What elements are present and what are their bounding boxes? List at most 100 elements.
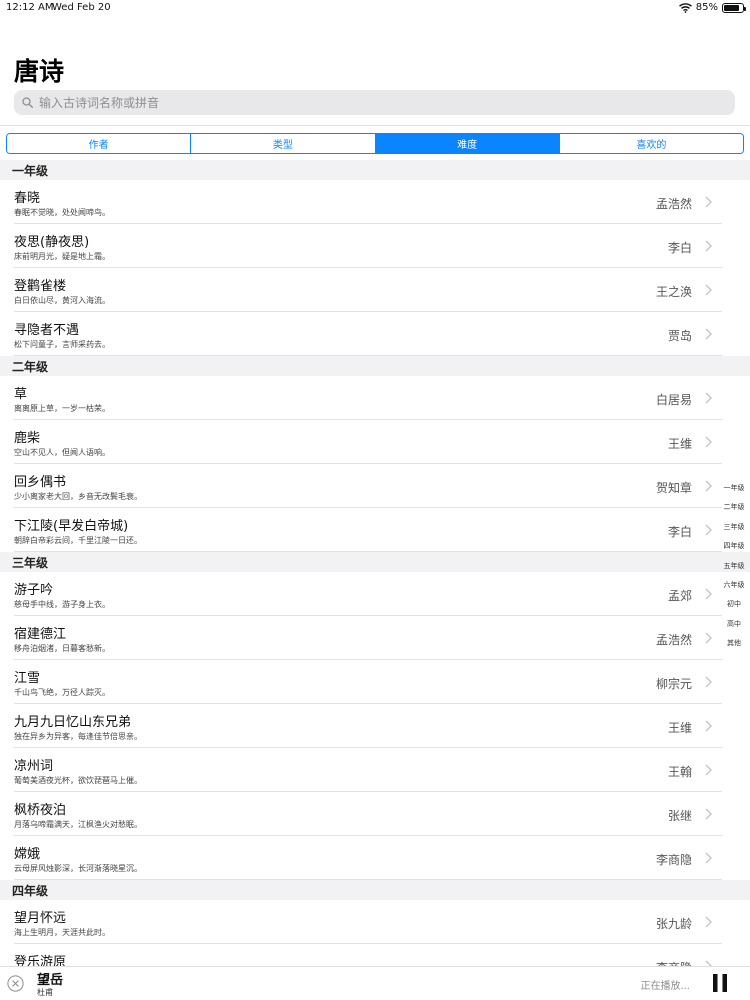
poem-author: 贺知章 — [655, 481, 692, 495]
status-time: 12:12 AM — [6, 2, 54, 13]
poem-title: 嫦娥 — [14, 847, 41, 862]
pause-icon[interactable] — [712, 973, 728, 993]
index-item[interactable]: 初中 — [727, 595, 741, 614]
status-indicators: 85% — [678, 2, 746, 13]
list-item[interactable]: 嫦娥 云母屏风烛影深，长河渐落晓星沉。 李商隐 — [0, 836, 750, 880]
list-item[interactable]: 江雪 千山鸟飞绝，万径人踪灭。 柳宗元 — [0, 660, 750, 704]
poem-title: 回乡偶书 — [14, 475, 67, 490]
chevron-right-icon — [705, 676, 712, 688]
page-title: 唐诗 — [14, 57, 65, 86]
poem-first-line: 月落乌啼霜满天，江枫渔火对愁眠。 — [14, 820, 142, 829]
battery-fill — [724, 4, 740, 11]
poem-first-line: 空山不见人，但闻人语响。 — [14, 448, 110, 457]
list-item[interactable]: 枫桥夜泊 月落乌啼霜满天，江枫渔火对愁眠。 张继 — [0, 792, 750, 836]
list-item[interactable]: 夜思(静夜思) 床前明月光，疑是地上霜。 李白 — [0, 224, 750, 268]
list-item[interactable]: 寻隐者不遇 松下问童子，言师采药去。 贾岛 — [0, 312, 750, 356]
index-item[interactable]: 三年级 — [724, 518, 745, 537]
chevron-right-icon — [705, 808, 712, 820]
poem-title: 登乐游原 — [14, 955, 67, 966]
chevron-right-icon — [705, 524, 712, 536]
now-playing-author: 杜甫 — [37, 988, 53, 997]
row-separator — [14, 551, 722, 552]
poem-author: 李商隐 — [656, 959, 692, 966]
search-input[interactable]: 输入古诗词名称或拼音 — [14, 90, 735, 115]
poem-title: 春晓 — [14, 191, 41, 206]
list-item[interactable]: 九月九日忆山东兄弟独在异乡为异客，每逢佳节倍思亲。 王维 — [0, 704, 750, 748]
section-index-bar[interactable]: 一年级 二年级 三年级 四年级 五年级 六年级 初中 高中 其他 — [720, 479, 748, 654]
poem-author: 李白 — [667, 525, 692, 539]
poem-author: 白居易 — [655, 393, 692, 407]
battery-percent: 85% — [695, 2, 718, 13]
header-divider — [0, 125, 750, 126]
index-item[interactable]: 五年级 — [724, 557, 745, 576]
row-separator — [14, 879, 722, 880]
list-item[interactable]: 凉州词 葡萄美酒夜光杯，欲饮琵琶马上催。 王翰 — [0, 748, 750, 792]
index-item[interactable]: 高中 — [727, 615, 741, 634]
poem-title: 宿建德江 — [14, 627, 67, 642]
poem-author: 孟浩然 — [655, 197, 692, 211]
chevron-right-icon — [705, 916, 712, 928]
list-item[interactable]: 春晓春眠不觉晓，处处闻啼鸟。 孟浩然 — [0, 180, 750, 224]
index-item[interactable]: 四年级 — [724, 537, 745, 556]
chevron-right-icon — [705, 284, 712, 296]
poem-title: 凉州词 — [14, 759, 54, 774]
battery-icon — [722, 2, 746, 13]
segment-3[interactable]: 喜欢的 — [559, 134, 743, 153]
row-separator — [14, 355, 722, 356]
chevron-right-icon — [705, 328, 712, 340]
list-item[interactable]: 下江陵(早发白帝城) 朝辞白帝彩云间，千里江陵一日还。 李白 — [0, 508, 750, 552]
poem-title: 下江陵(早发白帝城) — [14, 519, 129, 534]
index-item[interactable]: 其他 — [727, 634, 741, 653]
poem-first-line: 千山鸟飞绝，万径人踪灭。 — [14, 688, 110, 697]
poem-author: 孟郊 — [667, 589, 692, 603]
poem-author: 王维 — [667, 721, 692, 735]
poem-author: 贾岛 — [667, 329, 692, 343]
index-item[interactable]: 二年级 — [724, 498, 745, 517]
list-item[interactable]: 登乐游原 李商隐 — [0, 944, 750, 966]
list-item[interactable]: 游子吟慈母手中线，游子身上衣。 孟郊 — [0, 572, 750, 616]
poem-first-line: 移舟泊烟渚，日暮客愁新。 — [14, 644, 110, 653]
now-playing-status: 正在播放... — [640, 981, 690, 992]
poem-title: 九月九日忆山东兄弟 — [14, 715, 132, 730]
close-circle-icon[interactable] — [7, 975, 24, 992]
index-item[interactable]: 一年级 — [724, 479, 745, 498]
poem-author: 李白 — [667, 241, 692, 255]
now-playing-title[interactable]: 望岳 — [37, 969, 63, 988]
list-item[interactable]: 草离离原上草，一岁一枯荣。 白居易 — [0, 376, 750, 420]
poem-first-line: 春眠不觉晓，处处闻啼鸟。 — [14, 208, 110, 217]
poem-title: 登鹳雀楼 — [14, 279, 67, 294]
list-item[interactable]: 回乡偶书 少小离家老大回，乡音无改鬓毛衰。 贺知章 — [0, 464, 750, 508]
poem-first-line: 葡萄美酒夜光杯，欲饮琵琶马上催。 — [14, 776, 142, 785]
wifi-icon — [678, 2, 692, 13]
poem-title: 江雪 — [14, 671, 41, 686]
poem-first-line: 独在异乡为异客，每逢佳节倍思亲。 — [14, 732, 142, 741]
segment-1[interactable]: 类型 — [191, 134, 376, 153]
poem-author: 张九龄 — [655, 917, 692, 931]
list-item[interactable]: 望月怀远 海上生明月，天涯共此时。 张九龄 — [0, 900, 750, 944]
chevron-right-icon — [705, 588, 712, 600]
poem-title: 夜思(静夜思) — [14, 235, 90, 250]
poem-list: 一年级 春晓 春眠不觉晓，处处闻啼鸟。 孟浩然 夜思(静夜思) 床前明月光，疑是地上霜。李… — [0, 160, 750, 966]
poem-author: 王之涣 — [655, 285, 692, 299]
search-icon — [22, 97, 33, 108]
now-playing-bar: 望岳 杜甫 正在播放... — [0, 966, 750, 1000]
list-item[interactable]: 鹿柴 空山不见人，但闻人语响。 王维 — [0, 420, 750, 464]
chevron-right-icon — [705, 240, 712, 252]
poem-first-line: 慈母手中线，游子身上衣。 — [14, 600, 110, 609]
segment-0[interactable]: 作者 — [7, 134, 192, 153]
list-item[interactable]: 宿建德江 移舟泊烟渚，日暮客愁新。 孟浩然 — [0, 616, 750, 660]
chevron-right-icon — [705, 196, 712, 208]
poem-first-line: 白日依山尽，黄河入海流。 — [14, 296, 110, 305]
chevron-right-icon — [705, 436, 712, 448]
chevron-right-icon — [705, 852, 712, 864]
chevron-right-icon — [705, 392, 712, 404]
poem-first-line: 床前明月光，疑是地上霜。 — [14, 252, 110, 261]
poem-first-line: 松下问童子，言师采药去。 — [14, 340, 110, 349]
status-date: Wed Feb 20 — [52, 2, 111, 13]
poem-title: 游子吟 — [14, 583, 54, 598]
index-item[interactable]: 六年级 — [724, 576, 745, 595]
segment-2[interactable]: 难度 — [375, 134, 560, 153]
poem-title: 草 — [14, 387, 28, 402]
list-item[interactable]: 登鹳雀楼白日依山尽，黄河入海流。 王之涣 — [0, 268, 750, 312]
chevron-right-icon — [705, 720, 712, 732]
